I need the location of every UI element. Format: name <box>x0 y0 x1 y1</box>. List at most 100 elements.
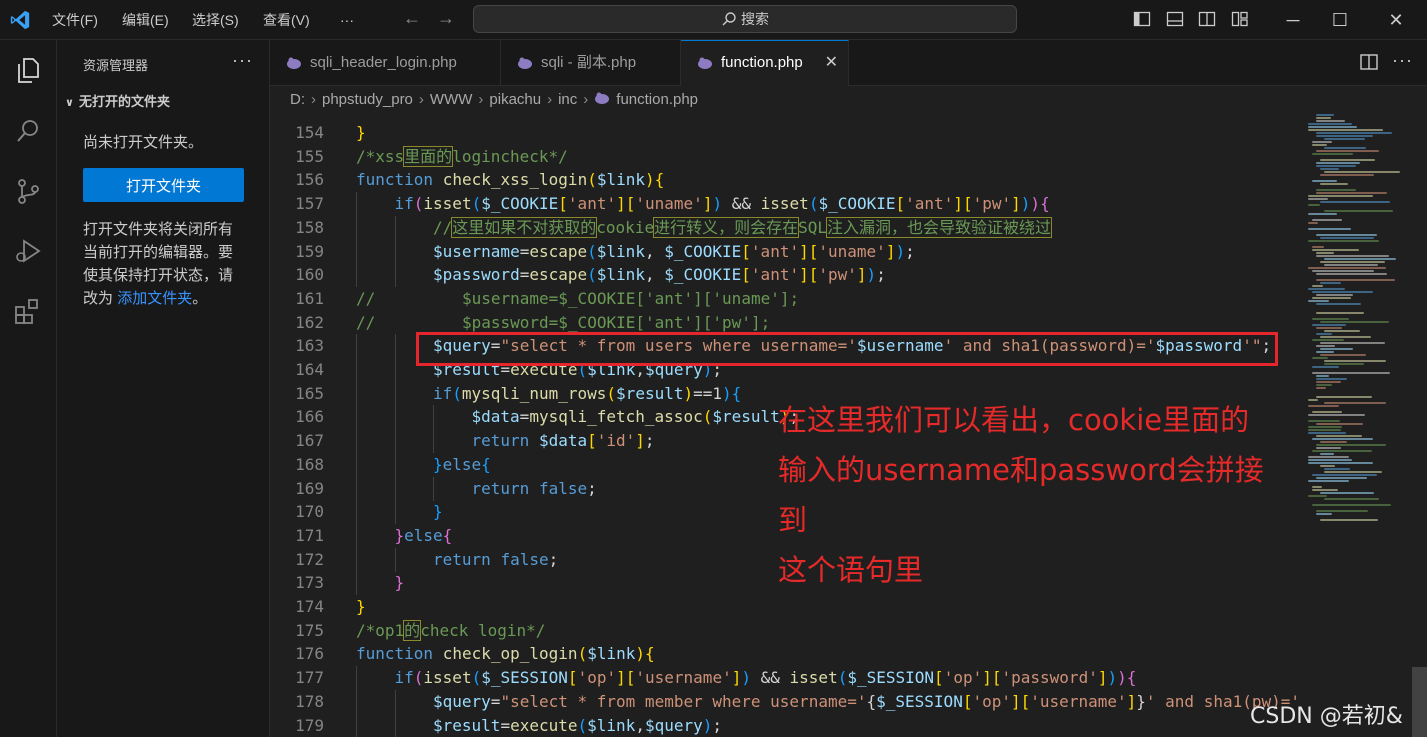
code-line[interactable]: 178 $query="select * from member where us… <box>270 689 1300 714</box>
tab-sqli-header-login[interactable]: sqli_header_login.php <box>270 40 501 86</box>
minimap-line <box>1308 126 1357 128</box>
indent-guide <box>394 381 396 406</box>
editor-tabs: sqli_header_login.php sqli - 副本.php func… <box>270 40 1427 86</box>
open-folder-button[interactable]: 打开文件夹 <box>83 168 244 202</box>
code-line[interactable]: 176 function check_op_login($link){ <box>270 642 1300 666</box>
code-line[interactable]: 162 // $password=$_COOKIE['ant']['pw']; <box>270 311 1300 335</box>
indent-guide <box>356 666 357 691</box>
line-number: 167 <box>295 431 324 451</box>
minimap[interactable] <box>1300 112 1410 737</box>
minimap-line <box>1316 303 1361 305</box>
minimap-line <box>1316 117 1331 119</box>
minimap-line <box>1308 462 1373 464</box>
code-line[interactable]: 160 $password=escape($link, $_COOKIE['ant… <box>270 263 1300 288</box>
indent-guide <box>356 405 357 430</box>
source-control-icon[interactable] <box>13 176 43 206</box>
minimap-line <box>1312 141 1332 143</box>
code-text: return false; <box>433 549 559 569</box>
explorer-icon[interactable] <box>13 55 43 85</box>
search-icon[interactable] <box>13 116 43 146</box>
minimap-line <box>1324 147 1366 149</box>
menu-selection[interactable]: 选择(S) <box>192 0 239 40</box>
minimap-line <box>1316 435 1362 437</box>
breadcrumb-item[interactable]: D: <box>290 91 305 108</box>
breadcrumb-item[interactable]: phpstudy_pro <box>322 91 413 108</box>
minimap-line <box>1316 192 1387 194</box>
line-number: 157 <box>295 194 324 214</box>
menu-view[interactable]: 查看(V) <box>263 0 310 40</box>
line-number: 170 <box>295 502 324 522</box>
add-folder-link[interactable]: 添加文件夹 <box>117 290 192 307</box>
vertical-scrollbar[interactable] <box>1412 112 1427 737</box>
code-line[interactable]: 163 $query="select * from users where use… <box>270 334 1300 359</box>
minimap-line <box>1308 426 1342 428</box>
indent-guide <box>394 405 396 430</box>
code-line[interactable]: 159 $username=escape($link, $_COOKIE['ant… <box>270 239 1300 264</box>
indent-guide <box>356 263 357 288</box>
code-line[interactable]: 161 // $username=$_COOKIE['ant']['uname']… <box>270 287 1300 311</box>
maximize-button[interactable]: ☐ <box>1317 0 1363 40</box>
menu-file[interactable]: 文件(F) <box>52 0 98 40</box>
code-line[interactable]: 175 /*op1的check login*/ <box>270 619 1300 643</box>
code-text: } <box>356 123 366 142</box>
no-folder-message: 尚未打开文件夹。 <box>83 134 204 151</box>
code-line[interactable]: 156 function check_xss_login($link){ <box>270 168 1300 192</box>
more-actions-icon[interactable]: ··· <box>1392 50 1412 70</box>
minimap-line <box>1324 360 1386 362</box>
minimap-line <box>1324 138 1365 140</box>
indent-guide <box>356 523 357 548</box>
line-number: 177 <box>295 668 324 688</box>
minimap-line <box>1320 261 1385 263</box>
toggle-primary-sidebar-icon[interactable] <box>1133 10 1151 28</box>
minimap-line <box>1312 297 1351 299</box>
code-text: }else{ <box>394 525 453 545</box>
minimap-line <box>1316 378 1347 380</box>
extensions-icon[interactable] <box>13 296 43 326</box>
code-line[interactable]: 155 /*xss里面的logincheck*/ <box>270 145 1300 169</box>
tab-sqli-copy[interactable]: sqli - 副本.php <box>501 40 681 86</box>
minimap-line <box>1308 222 1318 224</box>
minimap-line <box>1320 492 1374 494</box>
customize-layout-icon[interactable] <box>1231 10 1249 28</box>
line-number: 155 <box>295 146 324 166</box>
minimap-line <box>1316 189 1356 191</box>
minimap-line <box>1316 252 1334 254</box>
breadcrumb-item[interactable]: pikachu <box>489 91 541 108</box>
minimap-line <box>1316 120 1345 122</box>
tab-function-php[interactable]: function.php ✕ <box>681 40 849 86</box>
command-center-search[interactable]: 搜索 <box>473 5 1017 33</box>
menu-edit[interactable]: 编辑(E) <box>122 0 169 40</box>
breadcrumb-item[interactable]: WWW <box>430 91 472 108</box>
run-and-debug-icon[interactable] <box>13 236 43 266</box>
breadcrumb-item[interactable]: function.php <box>616 91 698 108</box>
indent-guide <box>356 239 357 264</box>
explorer-sidebar: 资源管理器 ··· ∨ 无打开的文件夹 尚未打开文件夹。 打开文件夹 打开文件夹将… <box>57 40 270 737</box>
split-editor-icon[interactable] <box>1359 52 1379 72</box>
code-line[interactable]: 177 if(isset($_SESSION['op']['username'])… <box>270 666 1300 691</box>
no-folder-section-header[interactable]: ∨ 无打开的文件夹 <box>65 91 170 110</box>
minimize-button[interactable]: ─ <box>1270 0 1316 40</box>
sidebar-more-actions[interactable]: ··· <box>232 50 253 71</box>
back-arrow-icon[interactable]: ← <box>403 8 421 29</box>
close-window-button[interactable]: ✕ <box>1373 0 1419 40</box>
code-line[interactable]: 158 //这里如果不对获取的cookie进行转义，则会存在SQL注入漏洞，也会导… <box>270 215 1300 240</box>
code-line[interactable]: 174} <box>270 595 1300 619</box>
minimap-line <box>1316 234 1377 236</box>
breadcrumb-item[interactable]: inc <box>558 91 577 108</box>
minimap-line <box>1308 213 1337 215</box>
code-line[interactable]: 154} <box>270 121 1300 145</box>
annotation-line: 在这里我们可以看出，cookie里面的 <box>778 403 1250 437</box>
code-line[interactable]: 157 if(isset($_COOKIE['ant']['uname']) &&… <box>270 192 1300 217</box>
indent-guide <box>356 358 357 382</box>
code-text: $username=escape($link, $_COOKIE['ant'][… <box>433 241 915 261</box>
close-tab-icon[interactable]: ✕ <box>825 41 838 85</box>
toggle-secondary-sidebar-icon[interactable] <box>1198 10 1216 28</box>
forward-arrow-icon[interactable]: → <box>437 8 455 29</box>
code-line[interactable]: 179 $result=execute($link,$query); <box>270 713 1300 737</box>
code-line[interactable]: 164 $result=execute($link,$query); <box>270 358 1300 382</box>
toggle-panel-icon[interactable] <box>1166 10 1184 28</box>
minimap-line <box>1308 240 1379 242</box>
minimap-line <box>1324 363 1364 365</box>
menu-more[interactable]: ··· <box>340 0 354 40</box>
scrollbar-thumb[interactable] <box>1412 667 1427 737</box>
